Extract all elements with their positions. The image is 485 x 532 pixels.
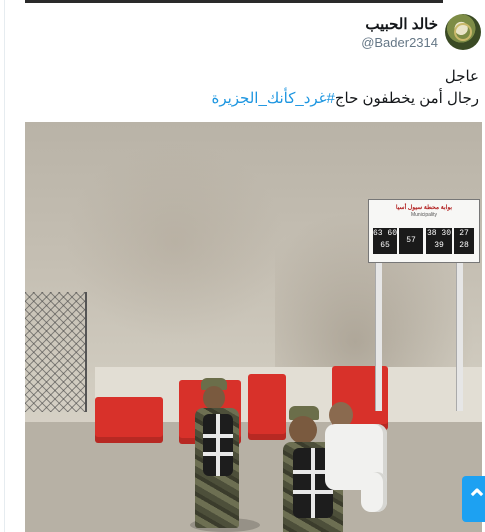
- rock-shadow: [65, 142, 285, 342]
- white-robe: [361, 472, 387, 512]
- sign-number-box: 38 30 39: [426, 228, 452, 254]
- sign-title: بوابة محطة سيول أسيا: [395, 205, 453, 211]
- sign-pole: [375, 261, 382, 411]
- timeline-border: [4, 0, 5, 532]
- avatar[interactable]: [445, 14, 481, 50]
- sign-number: 57: [406, 236, 416, 245]
- head: [289, 416, 317, 444]
- scroll-to-top-button[interactable]: ⌃: [462, 476, 485, 522]
- hashtag-link[interactable]: #غرد_كأنك_الجزيرة: [211, 90, 334, 107]
- head: [203, 386, 225, 410]
- sign-pole: [456, 261, 463, 411]
- sign-subtitle: Municipality: [410, 212, 438, 218]
- previous-tweet-media-edge: [25, 0, 443, 3]
- sign-number-box: 57: [399, 228, 423, 254]
- arrow-up-icon: ⌃: [466, 484, 485, 514]
- sign-number: 38 30: [426, 229, 451, 238]
- tweet-text-line-1: عاجل: [444, 68, 479, 85]
- sign-number: 65: [380, 241, 390, 250]
- sign-number: 28: [459, 241, 469, 250]
- sign-number: 27: [459, 229, 469, 238]
- sign-number: 63 60: [373, 229, 398, 238]
- tweet-text: رجال أمن يخطفون حاج: [334, 90, 479, 107]
- red-barrier: [248, 374, 286, 440]
- vest-stripe: [216, 414, 220, 476]
- collapsed-fence: [25, 292, 87, 412]
- sign-number-box: 63 60 65: [373, 228, 397, 254]
- road-sign: بوابة محطة سيول أسيا Municipality 63 60 …: [368, 199, 480, 263]
- tweet-photo[interactable]: بوابة محطة سيول أسيا Municipality 63 60 …: [25, 122, 482, 532]
- red-barrier: [95, 397, 163, 443]
- sign-number: 39: [434, 241, 444, 250]
- vest-stripe: [311, 448, 315, 518]
- display-name[interactable]: خالد الحبيب: [365, 15, 438, 33]
- sign-number-box: 27 28: [454, 228, 474, 254]
- tweet-text-line-2: رجال أمن يخطفون حاج#غرد_كأنك_الجزيرة: [211, 89, 479, 107]
- user-handle[interactable]: @Bader2314: [361, 35, 438, 50]
